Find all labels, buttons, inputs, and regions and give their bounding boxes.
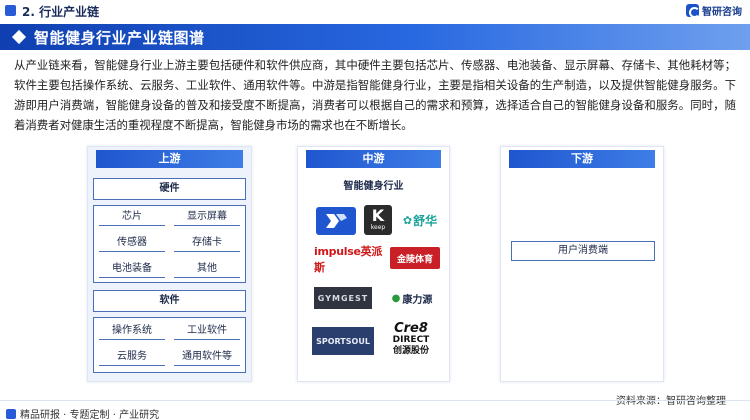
footer-slogan: 精品研报 · 专题定制 · 产业研究 (20, 410, 160, 420)
software-item: 云服务 (99, 348, 165, 366)
midstream-column: 中游 智能健身行业 K keep ✿ 舒华 impulse英派斯 金陵体育 GYM… (297, 146, 450, 382)
downstream-header: 下游 (509, 150, 655, 168)
kanglidi-logo: ● 康力源 (391, 292, 433, 306)
hardware-item: 存储卡 (174, 234, 240, 252)
section-icon (5, 5, 16, 16)
hardware-item: 显示屏幕 (174, 208, 240, 226)
brand-mark-icon (326, 214, 347, 228)
hardware-item: 传感器 (99, 234, 165, 252)
hardware-item: 电池装备 (99, 260, 165, 278)
section-title: 2. 行业产业链 (22, 5, 100, 19)
software-item: 工业软件 (174, 322, 240, 340)
hardware-title: 硬件 (93, 178, 246, 200)
downstream-column: 下游 用户消费端 (500, 146, 664, 382)
midstream-subtitle: 智能健身行业 (343, 181, 404, 192)
brand-name: 智研咨询 (702, 7, 742, 18)
top-bar: 2. 行业产业链 智研咨询 (0, 0, 750, 22)
brand: 智研咨询 (686, 3, 742, 18)
software-title: 软件 (93, 290, 246, 312)
title-banner: 智能健身行业产业链图谱 (0, 24, 750, 50)
intro-paragraph: 从产业链来看，智能健身行业上游主要包括硬件和软件供应商，其中硬件主要包括芯片、传… (14, 58, 736, 132)
hardware-item: 其他 (174, 260, 240, 278)
footer-left: 精品研报 · 专题定制 · 产业研究 (6, 406, 159, 420)
software-group: 操作系统 工业软件 云服务 通用软件等 (93, 317, 246, 373)
sportsoul-logo: SPORTSOUL (312, 327, 374, 355)
footer-icon (6, 408, 16, 419)
hardware-item: 芯片 (99, 208, 165, 226)
page-title: 智能健身行业产业链图谱 (34, 29, 205, 47)
footer: 精品研报 · 专题定制 · 产业研究 (0, 404, 750, 420)
upstream-column: 上游 硬件 芯片 显示屏幕 传感器 存储卡 电池装备 其他 软件 操作系统 工业… (87, 146, 252, 382)
downstream-item: 用户消费端 (511, 241, 655, 261)
jinling-logo: 金陵体育 (390, 247, 440, 269)
diamond-icon (11, 29, 27, 45)
impulse-logo: impulse英派斯 (314, 245, 383, 274)
keep-logo: K keep (364, 205, 392, 235)
upstream-header: 上游 (96, 150, 243, 168)
hardware-group: 芯片 显示屏幕 传感器 存储卡 电池装备 其他 (93, 205, 246, 283)
gymgest-logo: GYMGEST (314, 287, 372, 309)
brand-logo-icon (686, 4, 700, 18)
midstream-header: 中游 (306, 150, 441, 168)
software-item: 操作系统 (99, 322, 165, 340)
footer-divider (0, 400, 750, 401)
shuhua-logo: ✿ 舒华 (402, 213, 438, 228)
create-logo: Cre8 DIRECT 创源股份 (392, 320, 430, 356)
keep-like-logo (316, 207, 356, 235)
software-item: 通用软件等 (174, 348, 240, 366)
